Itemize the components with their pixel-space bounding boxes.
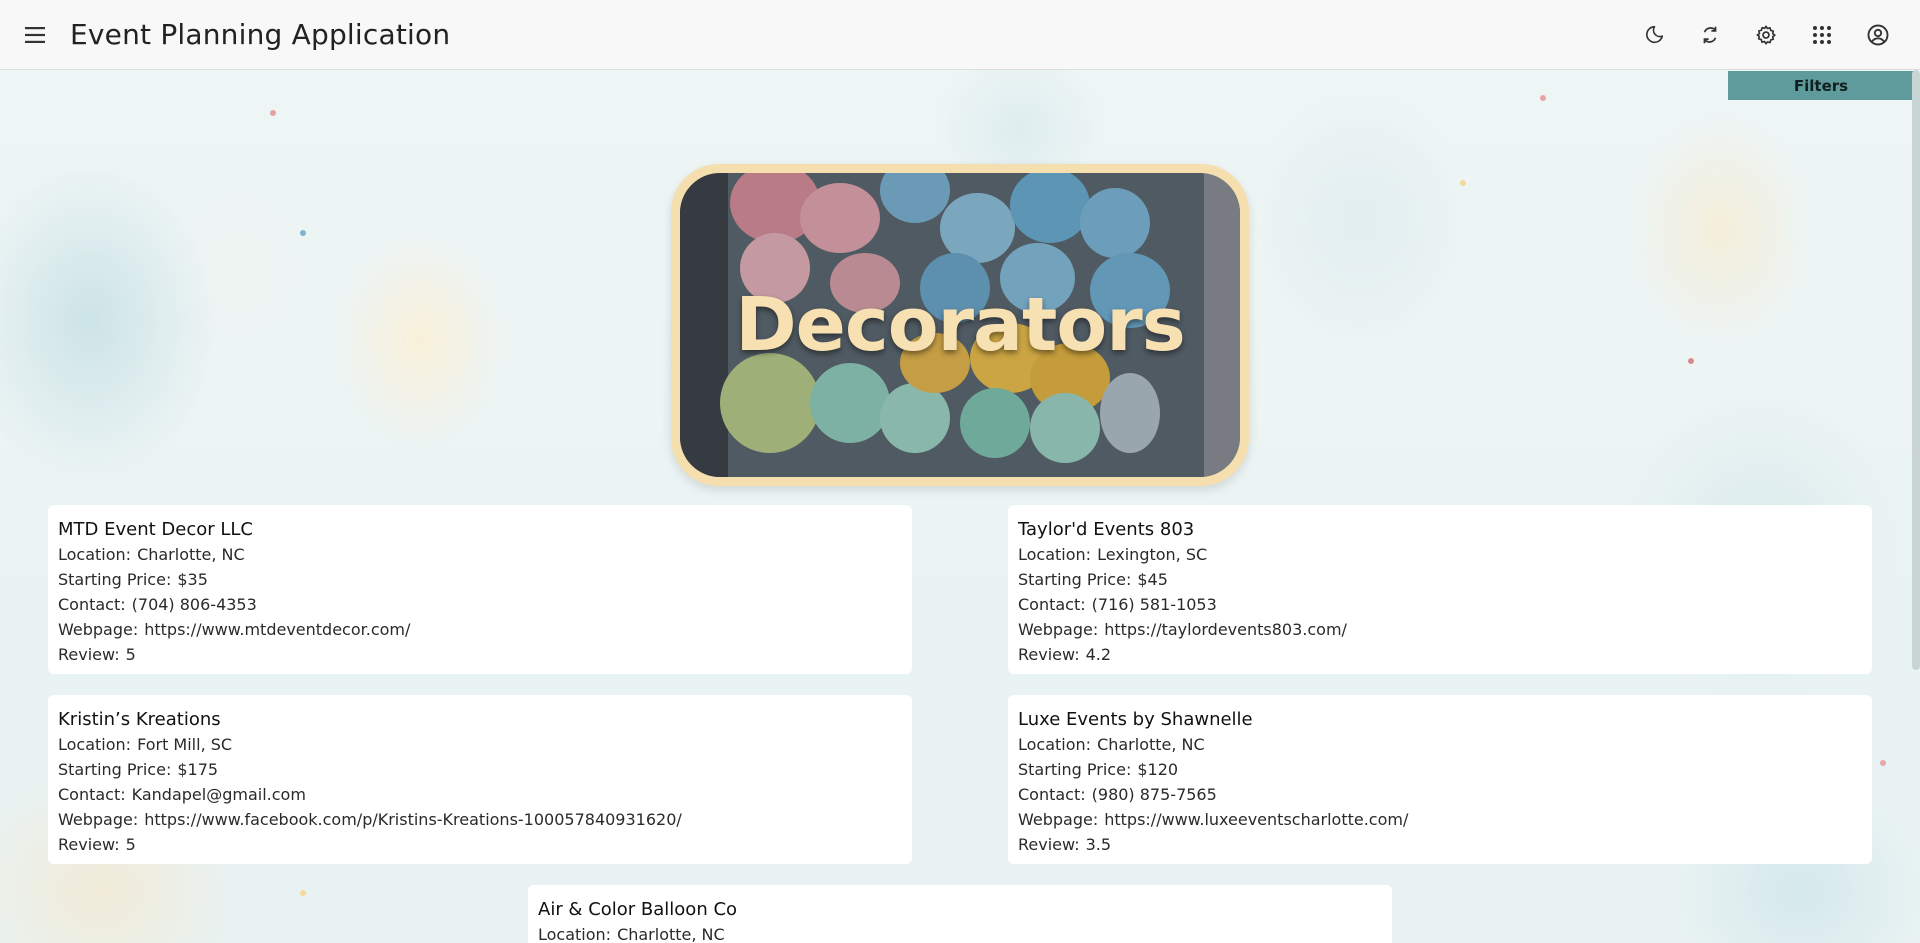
category-banner: Decorators — [671, 164, 1249, 486]
vendor-webpage: Webpage: https://www.luxeeventscharlotte.… — [1018, 810, 1409, 829]
top-app-bar: Event Planning Application — [0, 0, 1920, 70]
vendor-location: Location: Lexington, SC — [1018, 545, 1208, 564]
vendor-contact: Contact: (704) 806-4353 — [58, 595, 257, 614]
confetti-dot — [300, 230, 306, 236]
vendor-location: Location: Charlotte, NC — [1018, 735, 1205, 754]
vendor-name: Taylor'd Events 803 — [1018, 519, 1195, 540]
vendor-contact: Contact: Kandapel@gmail.com — [58, 785, 306, 804]
vendor-name: Air & Color Balloon Co — [538, 899, 738, 920]
vendor-webpage-link[interactable]: https://www.mtdeventdecor.com/ — [144, 620, 410, 639]
vendor-webpage: Webpage: https://taylordevents803.com/ — [1018, 620, 1347, 639]
confetti-dot — [1460, 180, 1466, 186]
confetti-dot — [1688, 358, 1694, 364]
dark-mode-button[interactable] — [1640, 21, 1668, 49]
vendor-review: Review: 5 — [58, 835, 136, 854]
vendor-webpage-link[interactable]: https://www.facebook.com/p/Kristins-Krea… — [144, 810, 682, 829]
vendor-contact: Contact: (980) 875-7565 — [1018, 785, 1217, 804]
confetti-dot — [1540, 95, 1546, 101]
top-actions — [1640, 0, 1892, 70]
vendor-review: Review: 3.5 — [1018, 835, 1112, 854]
vendor-contact: Contact: (716) 581-1053 — [1018, 595, 1217, 614]
settings-button[interactable] — [1752, 21, 1780, 49]
vendor-review: Review: 4.2 — [1018, 645, 1112, 664]
banner-title: Decorators — [735, 282, 1186, 368]
apps-button[interactable] — [1808, 21, 1836, 49]
confetti-dot — [270, 110, 276, 116]
gear-icon — [1756, 25, 1776, 45]
vendor-name: Kristin’s Kreations — [58, 709, 221, 730]
vendor-webpage-link[interactable]: https://www.luxeeventscharlotte.com/ — [1104, 810, 1408, 829]
vendor-card: Kristin’s Kreations Location: Fort Mill, … — [48, 695, 912, 864]
account-circle-icon — [1867, 24, 1889, 46]
vendor-location: Location: Fort Mill, SC — [58, 735, 233, 754]
vendor-card: Luxe Events by Shawnelle Location: Charlo… — [1008, 695, 1872, 864]
apps-grid-icon — [1813, 26, 1831, 44]
vendor-webpage: Webpage: https://www.facebook.com/p/Krist… — [58, 810, 682, 829]
vendor-name: Luxe Events by Shawnelle — [1018, 709, 1253, 730]
sync-icon — [1703, 26, 1717, 44]
vendor-card: Taylor'd Events 803 Location: Lexington, … — [1008, 505, 1872, 674]
vendor-card: Air & Color Balloon Co Location: Charlott… — [528, 885, 1392, 943]
menu-button[interactable] — [22, 21, 50, 49]
confetti-dot — [1880, 760, 1886, 766]
confetti-dot — [300, 890, 306, 896]
vendor-card: MTD Event Decor LLC Location: Charlotte, … — [48, 505, 912, 674]
vendor-price: Starting Price: $120 — [1018, 760, 1179, 779]
vendor-webpage-link[interactable]: https://taylordevents803.com/ — [1104, 620, 1347, 639]
vendor-review: Review: 5 — [58, 645, 136, 664]
vendor-price: Starting Price: $175 — [58, 760, 219, 779]
scrollbar-thumb[interactable] — [1912, 70, 1920, 670]
refresh-button[interactable] — [1696, 21, 1724, 49]
app-title: Event Planning Application — [70, 18, 451, 51]
moon-icon — [1646, 25, 1664, 44]
account-button[interactable] — [1864, 21, 1892, 49]
filters-button[interactable]: Filters — [1728, 71, 1914, 100]
vendor-location: Location: Charlotte, NC — [58, 545, 245, 564]
vendor-location: Location: Charlotte, NC — [538, 925, 725, 943]
vendor-name: MTD Event Decor LLC — [58, 519, 253, 540]
vendor-price: Starting Price: $35 — [58, 570, 208, 589]
vendor-webpage: Webpage: https://www.mtdeventdecor.com/ — [58, 620, 411, 639]
menu-icon — [25, 26, 45, 43]
scrollbar[interactable] — [1912, 70, 1920, 943]
vendor-price: Starting Price: $45 — [1018, 570, 1168, 589]
banner-image: Decorators — [680, 173, 1240, 477]
